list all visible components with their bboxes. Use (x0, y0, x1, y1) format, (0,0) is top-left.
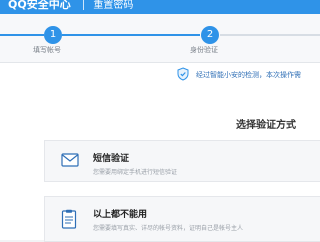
option-title: 以上都不能用 (93, 210, 148, 220)
none-available-option[interactable]: 以上都不能用 您需要填写真实、详尽的帐号资料，证明自己是帐号主人 (44, 196, 320, 242)
header-bar: QQ安全中心 重置密码 (0, 0, 320, 14)
step-line (0, 34, 44, 36)
shield-check-icon (177, 67, 189, 81)
title-divider (82, 0, 84, 10)
notice-text: 经过智能小安的检测，本次操作需 (196, 71, 301, 79)
page-subtitle: 重置密码 (93, 0, 134, 11)
section-title: 选择验证方式 (236, 120, 296, 131)
app-logo: QQ安全中心 重置密码 (8, 0, 133, 12)
step-2-label: 身份验证 (190, 46, 218, 54)
step-1-indicator: 1 (44, 26, 62, 44)
sms-verification-option[interactable]: 短信验证 您需要用绑定手机进行短信验证 (44, 140, 320, 182)
step-1-label: 填写帐号 (33, 46, 61, 54)
option-description: 您需要用绑定手机进行短信验证 (93, 169, 178, 176)
step-2-indicator: 2 (201, 26, 219, 44)
app-title: QQ安全中心 (8, 0, 71, 11)
envelope-icon (61, 153, 79, 167)
progress-steps: 1 填写帐号 2 身份验证 (0, 14, 320, 63)
step-line-pending (220, 34, 320, 36)
security-notice: 经过智能小安的检测，本次操作需 (176, 67, 320, 83)
document-icon (61, 209, 77, 229)
option-title: 短信验证 (93, 154, 130, 164)
step-line (62, 34, 200, 36)
option-description: 您需要填写真实、详尽的帐号资料，证明自己是帐号主人 (93, 225, 244, 232)
